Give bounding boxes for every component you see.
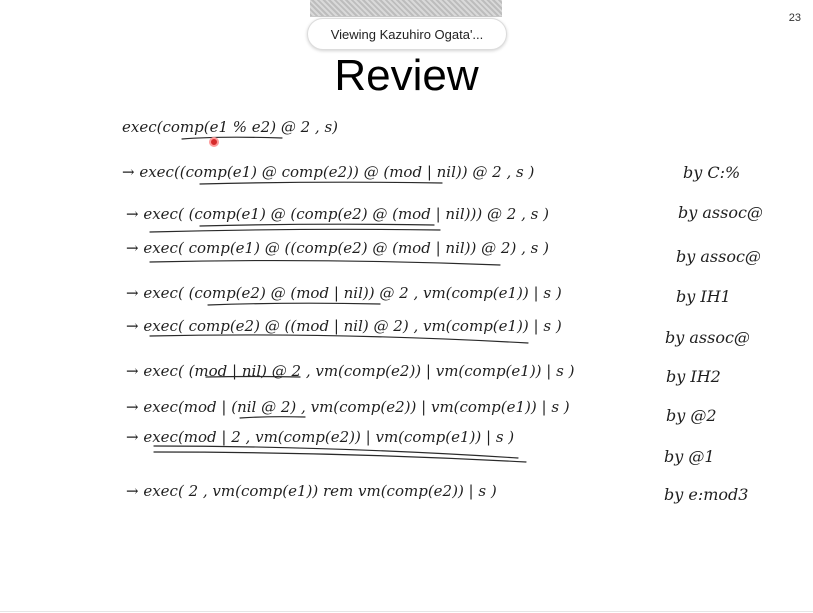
slide-title: Review <box>334 51 479 100</box>
screen-share-bar <box>310 0 502 17</box>
step-9: → exec( 2 , vm(comp(e1)) rem vm(comp(e2)… <box>126 482 497 500</box>
laser-pointer-icon <box>209 137 219 147</box>
just-5: by assoc@ <box>665 328 750 347</box>
step-6: → exec( (mod | nil) @ 2 , vm(comp(e2)) |… <box>126 362 575 380</box>
step-2: → exec( (comp(e1) @ (comp(e2) @ (mod | n… <box>126 205 549 223</box>
underline-2a <box>199 223 435 227</box>
underline-8a <box>153 445 519 459</box>
justifications: by C:% by assoc@ by assoc@ by IH1 by ass… <box>664 163 763 504</box>
step-4: → exec( (comp(e2) @ (mod | nil)) @ 2 , v… <box>126 284 562 302</box>
just-9: by e:mod3 <box>664 485 748 504</box>
underline-6 <box>205 375 301 378</box>
just-8: by @1 <box>664 447 715 466</box>
just-4: by IH1 <box>676 287 731 306</box>
step-1: → exec((comp(e1) @ comp(e2)) @ (mod | ni… <box>122 163 534 181</box>
step-0: exec(comp(e1 % e2) @ 2 , s) <box>122 118 338 136</box>
page-number: 23 <box>788 12 801 24</box>
derivation-steps: exec(comp(e1 % e2) @ 2 , s) → exec((comp… <box>122 118 575 500</box>
just-7: by @2 <box>666 406 717 425</box>
bottom-divider <box>0 611 813 612</box>
underline-0 <box>181 136 283 140</box>
underline-7 <box>239 416 306 419</box>
underline-5 <box>149 334 529 344</box>
step-3: → exec( comp(e1) @ ((comp(e2) @ (mod | n… <box>126 239 549 257</box>
step-8: → exec(mod | 2 , vm(comp(e2)) | vm(comp(… <box>126 428 514 446</box>
underline-3 <box>149 259 501 266</box>
underlines <box>149 136 529 463</box>
step-7: → exec(mod | (nil @ 2) , vm(comp(e2)) | … <box>126 398 570 416</box>
just-2: by assoc@ <box>678 203 763 222</box>
viewing-label: Viewing Kazuhiro Ogata'... <box>330 26 484 42</box>
just-6: by IH2 <box>666 367 721 386</box>
step-5: → exec( comp(e2) @ ((mod | nil) @ 2) , v… <box>126 317 562 335</box>
underline-8b <box>153 451 527 463</box>
just-1: by C:% <box>683 163 740 182</box>
viewing-indicator[interactable]: Viewing Kazuhiro Ogata'... <box>307 18 507 50</box>
underline-2b <box>149 228 441 233</box>
underline-4 <box>207 302 381 306</box>
underline-1 <box>199 181 443 185</box>
just-3: by assoc@ <box>676 247 761 266</box>
